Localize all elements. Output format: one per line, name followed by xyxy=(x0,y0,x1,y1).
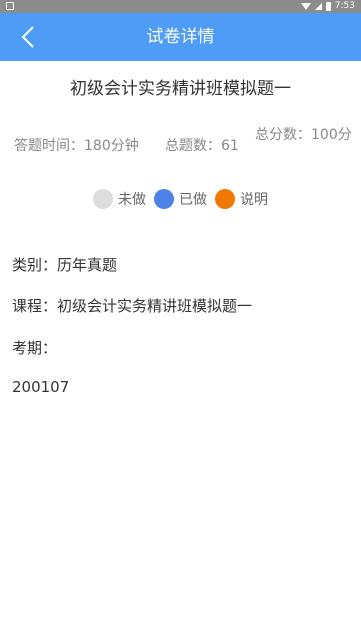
course-text: 课程：初级会计实务精讲班模拟题一 xyxy=(12,297,253,315)
question-count: 总题数：61 xyxy=(165,138,239,154)
chevron-left-icon xyxy=(21,26,34,48)
back-button[interactable] xyxy=(8,17,48,57)
signal-icon xyxy=(314,3,322,10)
legend-label-note: 说明 xyxy=(240,192,268,208)
period-label: 考期： xyxy=(12,339,58,357)
period-value: 200107 xyxy=(12,378,70,396)
legend-label-undone: 未做 xyxy=(118,192,146,208)
legend-item-done: 已做 xyxy=(154,189,207,209)
status-bar: 7:53 xyxy=(0,0,361,13)
battery-icon xyxy=(325,2,331,11)
legend-item-note: 说明 xyxy=(215,189,268,209)
answer-time: 答题时间：180分钟 xyxy=(14,138,139,154)
exam-title: 初级会计实务精讲班模拟题一 xyxy=(70,79,291,99)
wifi-icon xyxy=(300,3,311,10)
undone-dot-icon xyxy=(93,189,113,209)
status-time: 7:53 xyxy=(334,1,355,11)
done-dot-icon xyxy=(154,189,174,209)
note-dot-icon xyxy=(215,189,235,209)
notification-icon xyxy=(6,2,14,10)
category-text: 类别：历年真题 xyxy=(12,256,118,274)
page-title: 试卷详情 xyxy=(146,27,215,47)
legend-label-done: 已做 xyxy=(179,192,207,208)
nav-bar: 试卷详情 xyxy=(0,13,361,61)
legend-item-undone: 未做 xyxy=(93,189,146,209)
total-score: 总分数：100分 xyxy=(255,127,352,143)
exam-stats: 答题时间：180分钟 总题数：61 总分数：100分 xyxy=(14,126,354,166)
legend: 未做 已做 说明 xyxy=(0,189,361,209)
